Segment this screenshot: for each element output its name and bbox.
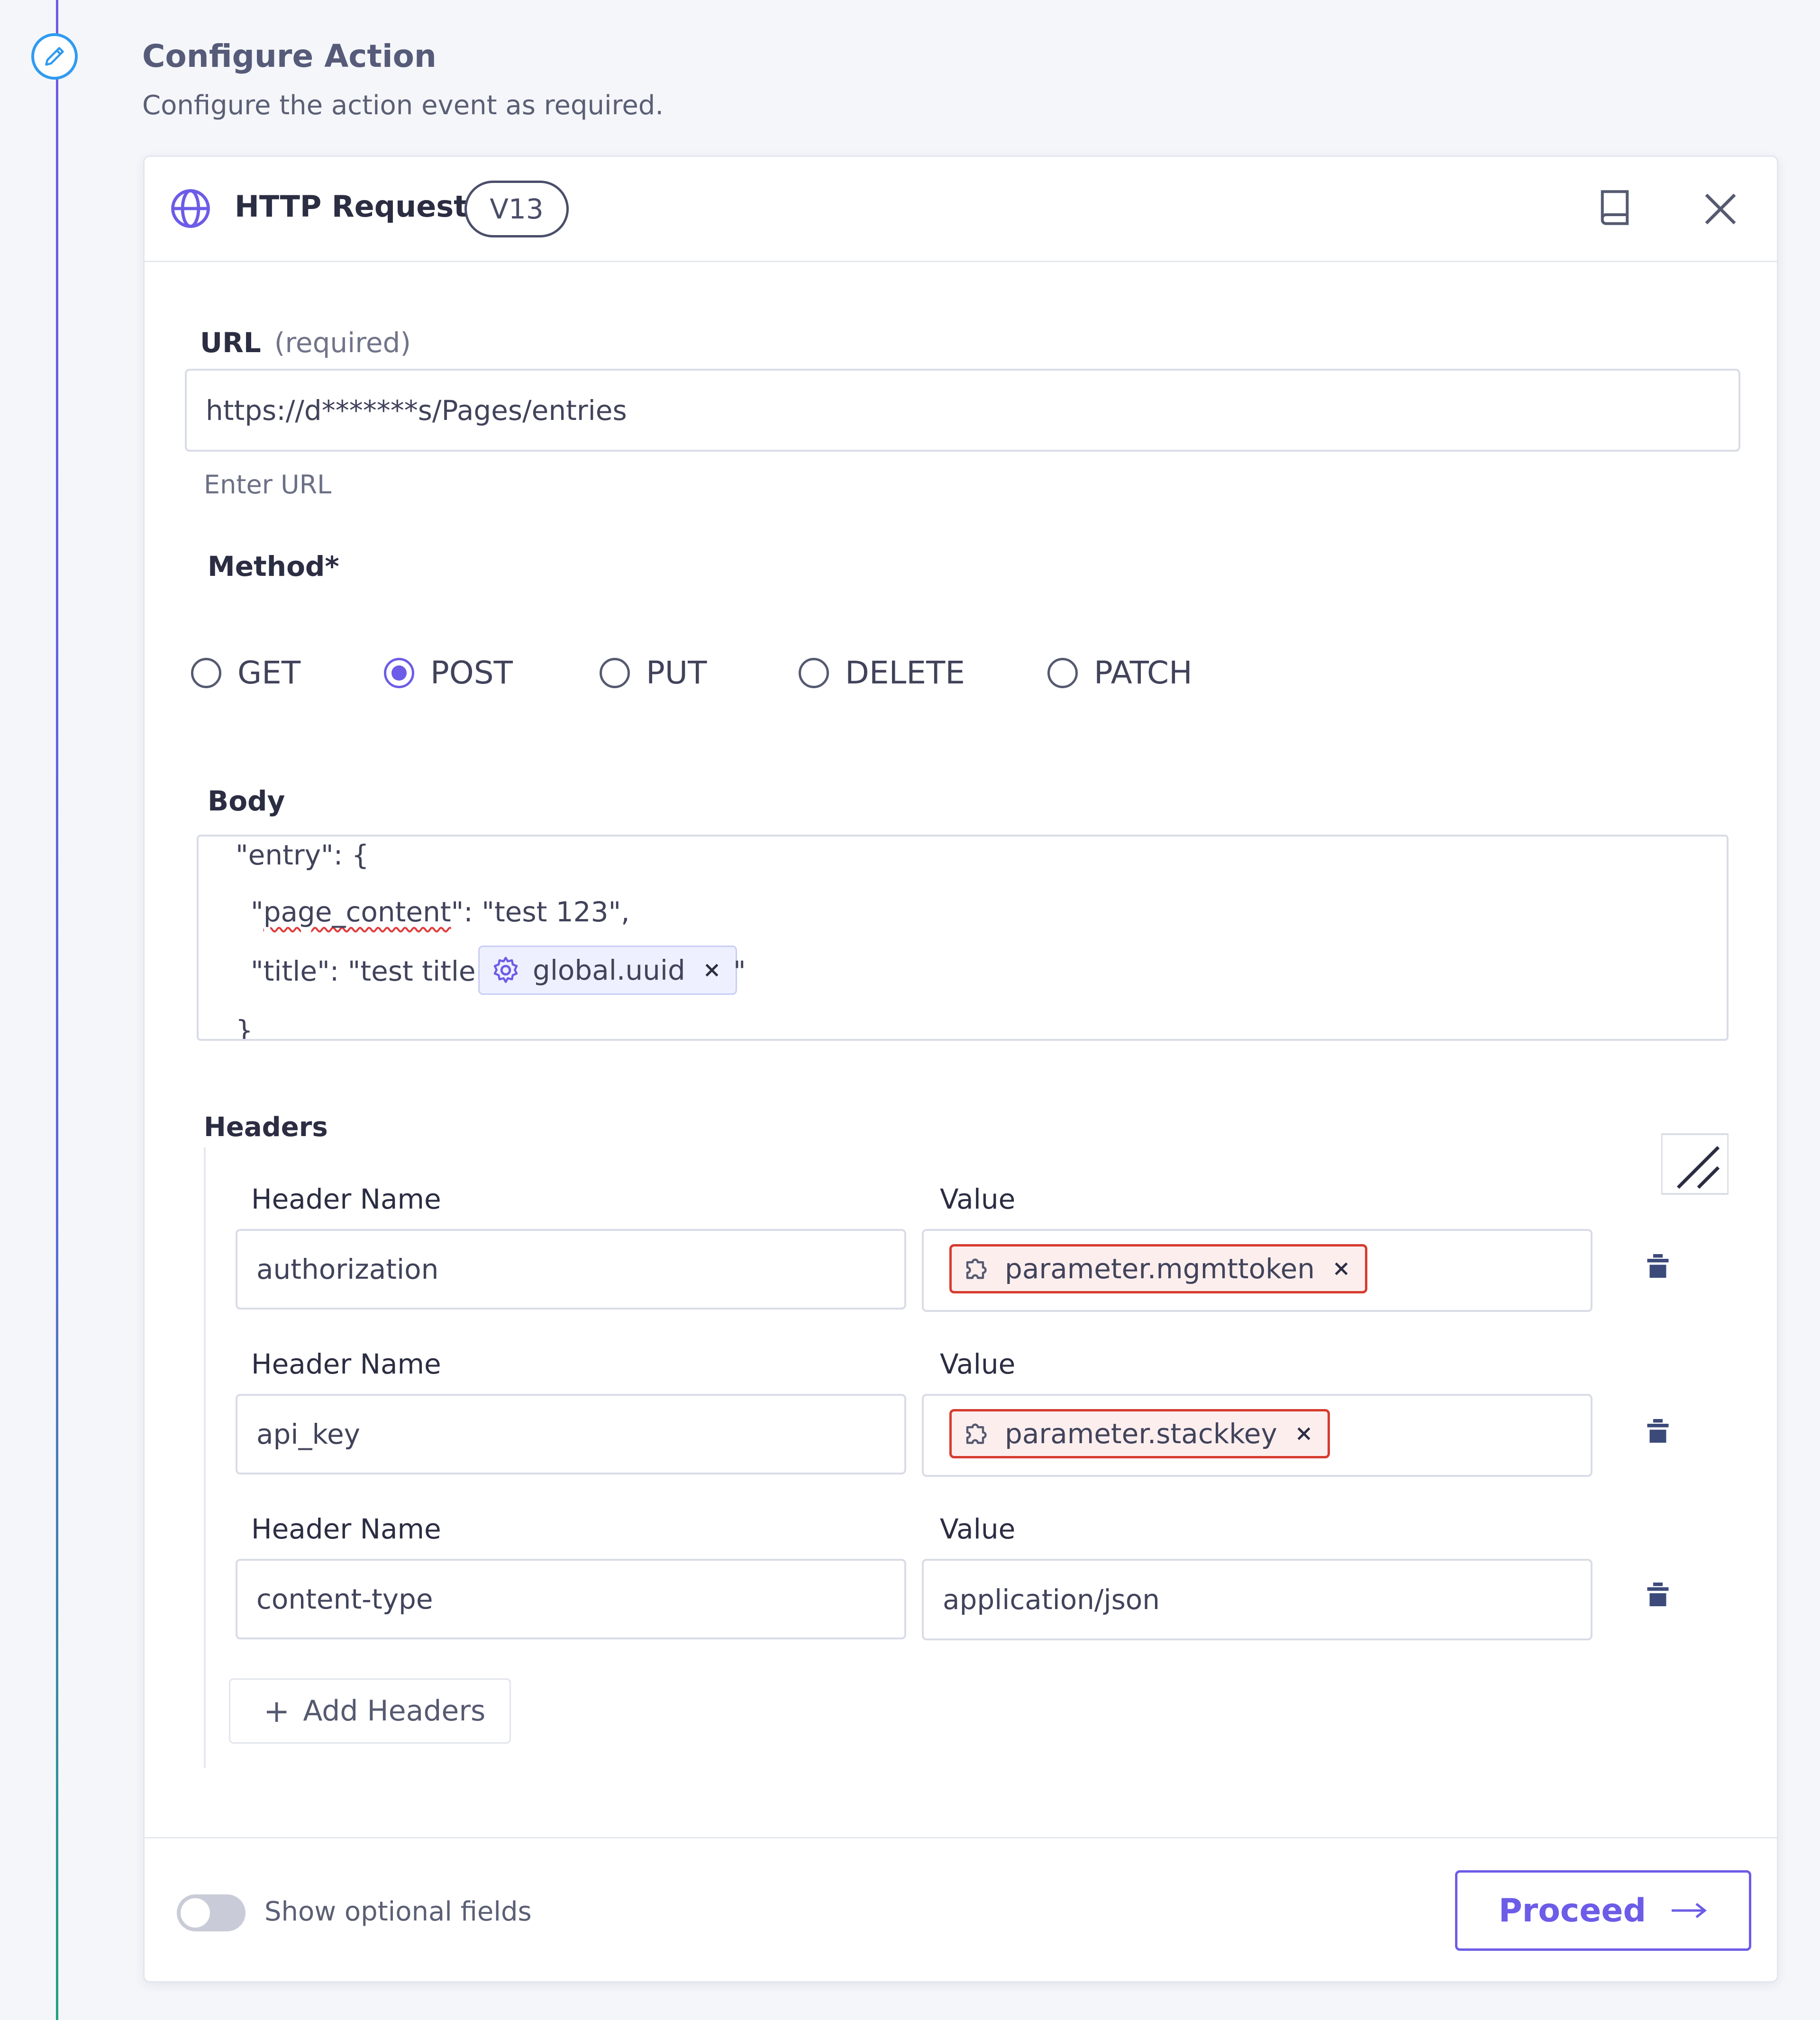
delete-header-icon[interactable] <box>1644 1252 1672 1280</box>
headers-label: Headers <box>204 1112 328 1143</box>
method-radio-patch[interactable]: PATCH <box>1047 655 1192 691</box>
radio-circle[interactable] <box>384 657 414 688</box>
radio-circle[interactable] <box>1047 657 1078 688</box>
radio-circle[interactable] <box>600 657 630 688</box>
header-value-label: Value <box>940 1348 1016 1380</box>
show-optional-fields-label: Show optional fields <box>264 1896 532 1927</box>
parameter-mgmttoken-token[interactable]: parameter.mgmttoken <box>949 1244 1368 1293</box>
body-label: Body <box>208 785 285 817</box>
spellcheck-word: page_content <box>263 896 451 928</box>
remove-token-icon[interactable] <box>702 961 721 980</box>
step-subtitle: Configure the action event as required. <box>142 90 664 121</box>
version-badge: V13 <box>464 181 569 237</box>
remove-token-icon[interactable] <box>1332 1259 1351 1278</box>
method-radio-get[interactable]: GET <box>191 655 300 691</box>
card-title: HTTP Request <box>235 189 468 224</box>
header-value-input[interactable]: application/json <box>922 1559 1592 1640</box>
body-line-2: "page_content": "test 123", <box>251 896 630 928</box>
method-label: Method* <box>208 550 339 582</box>
header-name-label: Header Name <box>251 1513 441 1545</box>
timeline-line <box>56 0 58 2020</box>
delete-header-icon[interactable] <box>1644 1580 1672 1609</box>
plus-icon: + <box>264 1692 290 1729</box>
url-required-text: (required) <box>274 327 411 359</box>
pencil-icon <box>45 47 64 66</box>
step-marker <box>31 33 78 80</box>
step-title: Configure Action <box>142 38 437 74</box>
delete-header-icon[interactable] <box>1644 1417 1672 1445</box>
show-optional-fields-toggle[interactable] <box>177 1894 246 1931</box>
url-helper-text: Enter URL <box>204 470 332 500</box>
body-line-4: } <box>236 1014 253 1041</box>
body-line-3-suffix: " <box>733 955 746 987</box>
add-headers-button[interactable]: + Add Headers <box>229 1678 511 1744</box>
method-radio-post[interactable]: POST <box>384 655 513 691</box>
footer-divider <box>145 1837 1777 1838</box>
card-header: HTTP Request V13 <box>145 157 1777 262</box>
global-uuid-token[interactable]: global.uuid <box>478 946 737 995</box>
url-label: URL (required) <box>200 327 411 359</box>
header-value-label: Value <box>940 1183 1016 1215</box>
arrow-right-icon <box>1672 1903 1707 1918</box>
headers-rule <box>204 1147 206 1768</box>
scroll-down-icon[interactable] <box>1724 931 1729 960</box>
remove-token-icon[interactable] <box>1294 1424 1313 1443</box>
proceed-button[interactable]: Proceed <box>1455 1870 1751 1951</box>
token-label: global.uuid <box>533 954 685 986</box>
http-request-card: HTTP Request V13 URL (required) https://d… <box>143 155 1778 1983</box>
close-icon[interactable] <box>1702 190 1739 228</box>
globe-icon <box>171 189 210 228</box>
url-input[interactable]: https://d*******s/Pages/entries <box>185 369 1740 452</box>
documentation-icon[interactable] <box>1593 186 1636 229</box>
body-editor[interactable]: "entry": { "page_content": "test 123", "… <box>197 835 1729 1041</box>
header-name-input[interactable]: authorization <box>236 1229 906 1310</box>
method-radio-put[interactable]: PUT <box>600 655 707 691</box>
header-value-label: Value <box>940 1513 1016 1545</box>
puzzle-icon <box>966 1258 987 1279</box>
gear-icon <box>493 956 518 983</box>
puzzle-icon <box>966 1423 987 1444</box>
scroll-up-icon[interactable] <box>1724 865 1729 893</box>
radio-circle[interactable] <box>191 657 221 688</box>
resize-handle-icon[interactable] <box>1661 1133 1729 1195</box>
method-radio-delete[interactable]: DELETE <box>799 655 965 691</box>
header-name-label: Header Name <box>251 1183 441 1215</box>
token-label: parameter.mgmttoken <box>1005 1253 1315 1285</box>
parameter-stackkey-token[interactable]: parameter.stackkey <box>949 1409 1330 1458</box>
header-name-label: Header Name <box>251 1348 441 1380</box>
radio-circle[interactable] <box>799 657 829 688</box>
header-name-input[interactable]: api_key <box>236 1394 906 1474</box>
body-line-3: "title": "test title <box>251 955 476 987</box>
header-name-input[interactable]: content-type <box>236 1559 906 1639</box>
token-label: parameter.stackkey <box>1005 1418 1277 1450</box>
body-line-1: "entry": { <box>236 839 369 871</box>
